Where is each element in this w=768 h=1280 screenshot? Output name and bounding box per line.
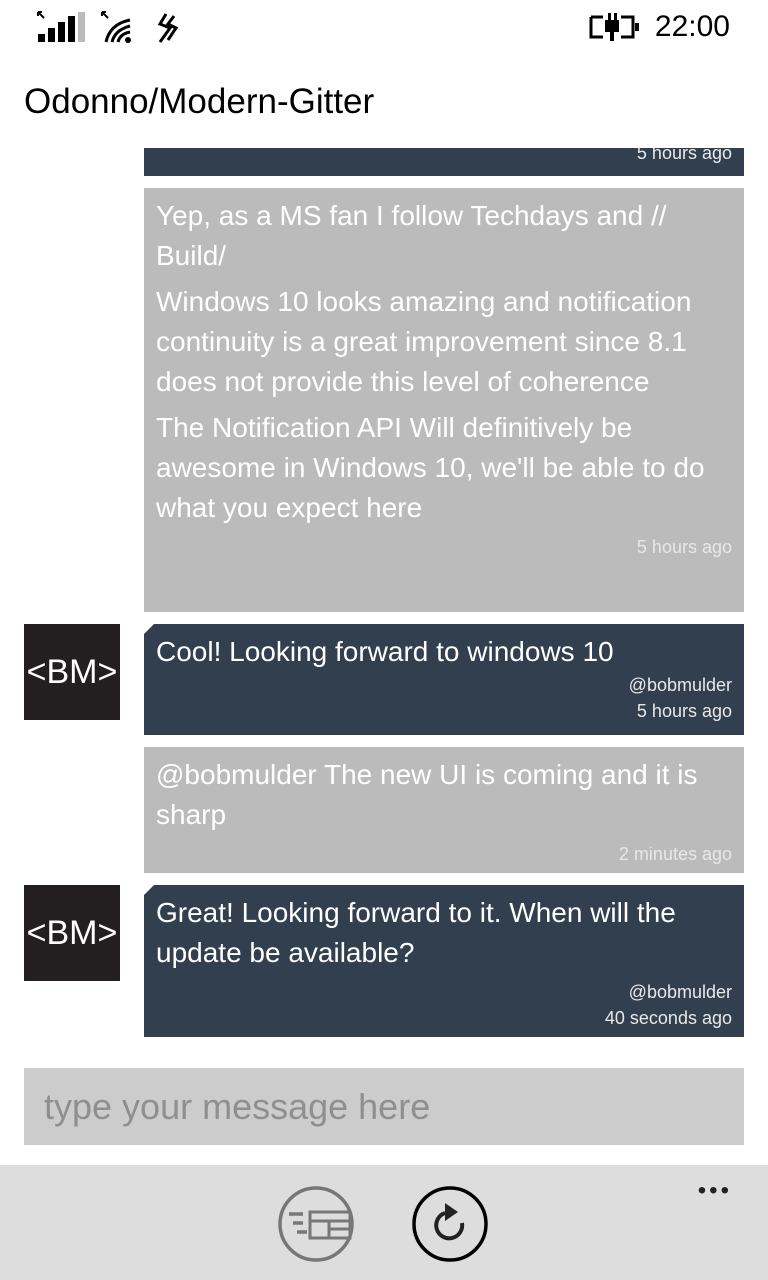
message-text: Windows 10 looks amazing and notificatio…	[156, 286, 692, 397]
status-bar: 22:00	[0, 0, 768, 56]
clock: 22:00	[654, 10, 730, 43]
message-bubble[interactable]: Yep, as a MS fan I follow Techdays and /…	[144, 188, 744, 612]
wifi-icon	[101, 11, 131, 43]
avatar[interactable]: <BM>	[24, 885, 120, 981]
rooms-list-icon[interactable]	[277, 1185, 355, 1263]
refresh-icon[interactable]	[411, 1185, 489, 1263]
page-title: Odonno/Modern-Gitter	[24, 82, 375, 121]
message-time: 5 hours ago	[636, 148, 732, 163]
message-time: 40 seconds ago	[604, 1008, 732, 1028]
message-text: @bobmulder The new UI is coming and it i…	[156, 759, 698, 830]
message-text: Great! Looking forward to it. When will …	[156, 897, 676, 968]
bubble-notch	[143, 884, 155, 896]
message-user: @bobmulder	[628, 982, 732, 1002]
bubble-notch	[143, 623, 155, 635]
battery-charging-icon	[589, 13, 639, 41]
message-input[interactable]	[24, 1068, 744, 1145]
message-time: 5 hours ago	[636, 701, 732, 721]
message-bubble[interactable]: 5 hours ago	[144, 148, 744, 176]
message-text: The Notification API Will definitively b…	[156, 412, 705, 523]
message-bubble[interactable]: Cool! Looking forward to windows 10 @bob…	[143, 623, 744, 735]
data-sense-icon	[157, 13, 179, 43]
message-time: 2 minutes ago	[618, 844, 732, 864]
message-time: 5 hours ago	[636, 537, 732, 557]
message-bubble[interactable]: @bobmulder The new UI is coming and it i…	[144, 747, 744, 873]
message-text: Cool! Looking forward to windows 10	[156, 636, 614, 667]
signal-icon	[37, 11, 85, 42]
avatar[interactable]: <BM>	[24, 624, 120, 720]
app-bar: •••	[0, 1165, 768, 1280]
message-text: Yep, as a MS fan I follow Techdays and /…	[156, 200, 667, 271]
more-options-button[interactable]: •••	[698, 1177, 732, 1205]
message-bubble[interactable]: Great! Looking forward to it. When will …	[143, 884, 744, 1037]
message-user: @bobmulder	[628, 675, 732, 695]
